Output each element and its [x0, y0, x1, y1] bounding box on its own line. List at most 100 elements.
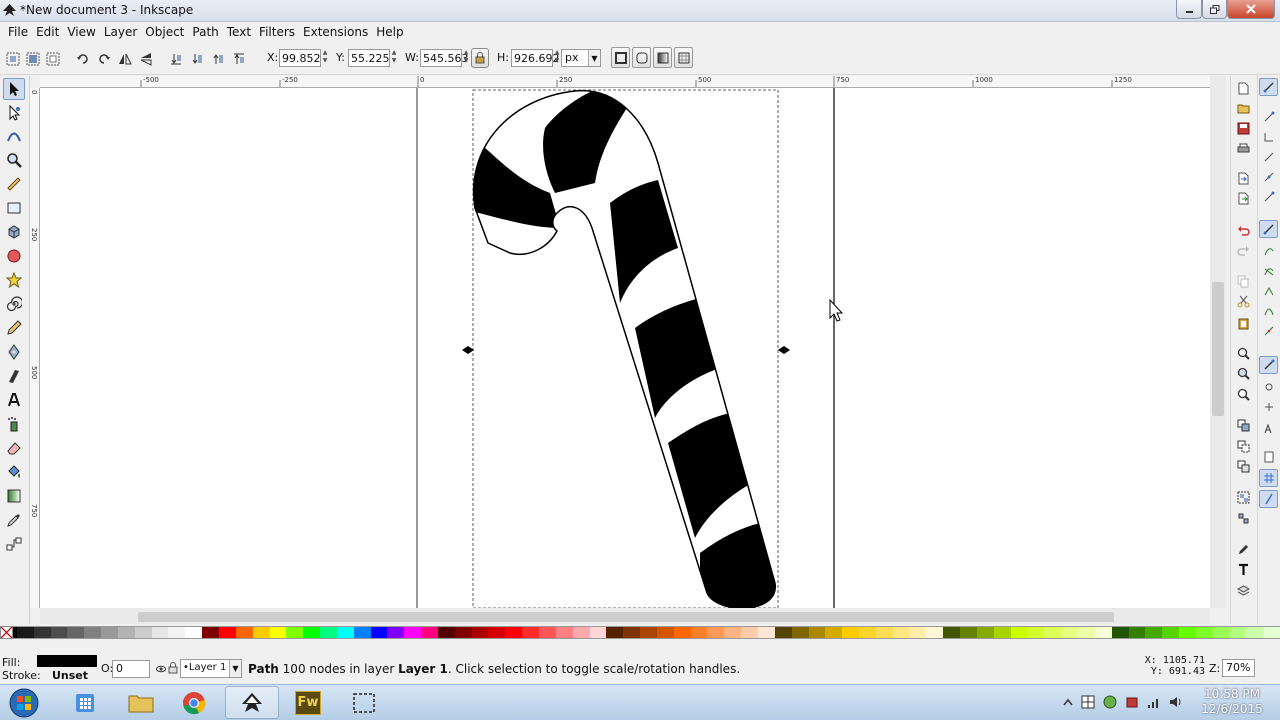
candy-cane-path[interactable] — [460, 88, 785, 608]
tool-spray[interactable] — [3, 413, 25, 435]
tool-3d-box[interactable] — [3, 221, 25, 243]
tool-dropper[interactable] — [3, 509, 25, 531]
duplicate-button[interactable] — [1234, 416, 1252, 434]
opacity-field[interactable]: 0 — [112, 660, 150, 678]
palette-swatch[interactable] — [1010, 627, 1028, 638]
palette-swatch[interactable] — [202, 627, 219, 638]
palette-swatch[interactable] — [774, 627, 792, 638]
snap-bbox-corners-toggle[interactable] — [1259, 148, 1278, 166]
tool-selector[interactable] — [3, 78, 25, 100]
snap-enable-toggle[interactable] — [1259, 78, 1278, 96]
transform-patterns-toggle[interactable] — [674, 47, 693, 68]
ungroup-button[interactable] — [1234, 509, 1252, 527]
snap-paths-toggle[interactable] — [1259, 242, 1278, 260]
tool-text[interactable] — [3, 389, 25, 411]
clone-button[interactable] — [1234, 437, 1252, 455]
snap-text-baseline-toggle[interactable] — [1259, 420, 1278, 438]
palette-swatch[interactable] — [387, 627, 405, 638]
tool-pencil[interactable] — [3, 317, 25, 339]
palette-swatch[interactable] — [1212, 627, 1230, 638]
tool-measure[interactable] — [3, 173, 25, 195]
palette-swatch[interactable] — [320, 627, 337, 638]
cut-button[interactable] — [1234, 292, 1252, 310]
w-field[interactable]: 545.563 — [420, 49, 469, 67]
tray-volume-icon[interactable] — [1168, 694, 1184, 710]
palette-swatch[interactable] — [724, 627, 742, 638]
snap-object-centers-toggle[interactable] — [1259, 378, 1278, 396]
palette-swatch[interactable] — [471, 627, 489, 638]
snap-cusp-nodes-toggle[interactable] — [1259, 282, 1278, 300]
palette-swatch[interactable] — [707, 627, 725, 638]
palette-swatch[interactable] — [84, 627, 102, 638]
menu-text[interactable]: Text — [223, 22, 255, 43]
palette-swatch[interactable] — [1061, 627, 1078, 638]
taskbar-apps-grid[interactable] — [58, 686, 112, 719]
palette-swatch[interactable] — [1094, 627, 1112, 638]
palette-swatch[interactable] — [859, 627, 876, 638]
new-document-button[interactable] — [1234, 79, 1252, 97]
unit-select[interactable]: px ▼ — [561, 49, 601, 67]
palette-swatch[interactable] — [50, 627, 68, 638]
palette-swatch[interactable] — [1162, 627, 1180, 638]
palette-swatch[interactable] — [690, 627, 708, 638]
copy-button[interactable] — [1234, 272, 1252, 290]
menu-help[interactable]: Help — [372, 22, 407, 43]
select-all-layers-button[interactable] — [24, 50, 42, 68]
snap-bbox-edges-toggle[interactable] — [1259, 128, 1278, 146]
palette-swatch[interactable] — [1246, 627, 1264, 638]
palette-swatch[interactable] — [926, 627, 944, 638]
palette-swatch[interactable] — [909, 627, 927, 638]
menu-extensions[interactable]: Extensions — [299, 22, 372, 43]
redo-button[interactable] — [1234, 240, 1252, 258]
w-spin-arrows[interactable]: ▲ ▼ — [462, 49, 470, 67]
stroke-value[interactable]: Unset — [52, 669, 88, 682]
scale-handle-right[interactable] — [778, 346, 790, 354]
lock-proportions-button[interactable] — [471, 48, 489, 68]
paste-button[interactable] — [1234, 314, 1252, 332]
tool-connector[interactable] — [3, 533, 25, 555]
no-paint-swatch[interactable] — [0, 626, 13, 639]
palette-swatch[interactable] — [16, 627, 34, 638]
flip-vertical-button[interactable] — [137, 50, 155, 68]
palette-swatch[interactable] — [421, 627, 438, 638]
palette-swatch[interactable] — [505, 627, 523, 638]
palette-swatch[interactable] — [67, 627, 85, 638]
palette-swatch[interactable] — [892, 627, 910, 638]
snap-smooth-nodes-toggle[interactable] — [1259, 302, 1278, 320]
start-button[interactable] — [4, 686, 44, 720]
palette-swatch[interactable] — [960, 627, 977, 638]
palette-swatch[interactable] — [606, 627, 624, 638]
palette-swatch[interactable] — [269, 627, 287, 638]
raise-to-top-button[interactable] — [230, 50, 248, 68]
palette-swatch[interactable] — [825, 627, 843, 638]
tool-ellipse[interactable] — [3, 245, 25, 267]
snap-page-border-toggle[interactable] — [1259, 448, 1278, 466]
palette-swatch[interactable] — [117, 627, 135, 638]
vertical-scroll-thumb[interactable] — [1212, 282, 1224, 416]
palette-swatch[interactable] — [303, 627, 321, 638]
drawing-canvas[interactable] — [40, 88, 1210, 608]
minimize-button[interactable] — [1176, 0, 1202, 19]
color-palette[interactable] — [0, 626, 1280, 639]
taskbar-chrome[interactable] — [167, 686, 221, 719]
palette-swatch[interactable] — [791, 627, 809, 638]
snap-grids-toggle[interactable] — [1259, 469, 1278, 487]
palette-swatch[interactable] — [1229, 627, 1247, 638]
palette-swatch[interactable] — [875, 627, 893, 638]
snap-guides-toggle[interactable] — [1259, 490, 1278, 508]
palette-swatch[interactable] — [218, 627, 236, 638]
undo-button[interactable] — [1234, 220, 1252, 238]
palette-swatch[interactable] — [842, 627, 860, 638]
menu-layer[interactable]: Layer — [100, 22, 141, 43]
scale-corners-toggle[interactable] — [632, 47, 651, 68]
tool-pen[interactable] — [3, 341, 25, 363]
snap-bbox-centers-toggle[interactable] — [1259, 188, 1278, 206]
menu-path[interactable]: Path — [188, 22, 222, 43]
palette-swatch[interactable] — [33, 627, 51, 638]
h-spin-arrows[interactable]: ▲ ▼ — [553, 49, 561, 67]
menu-view[interactable]: View — [63, 22, 99, 43]
x-field[interactable]: 99.852 — [279, 49, 321, 67]
rotate-ccw-button[interactable] — [74, 50, 92, 68]
palette-swatch[interactable] — [252, 627, 270, 638]
palette-swatch[interactable] — [185, 627, 203, 638]
